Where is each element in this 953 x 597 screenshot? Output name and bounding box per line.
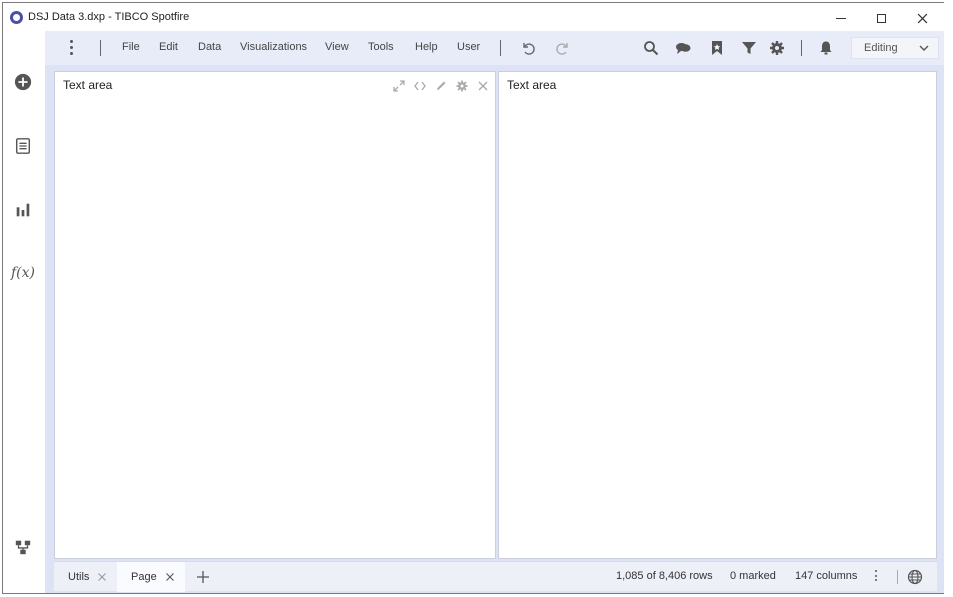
maximize-icon <box>876 13 886 23</box>
data-canvas-icon <box>15 540 31 555</box>
maximize-button[interactable] <box>861 7 901 29</box>
close-tab-button[interactable] <box>165 572 175 582</box>
main-menu-kebab-icon[interactable] <box>68 40 74 56</box>
filters-button[interactable] <box>739 38 759 58</box>
notifications-button[interactable] <box>816 38 836 58</box>
bookmark-icon <box>712 41 722 55</box>
menu-help[interactable]: Help <box>415 41 438 53</box>
filter-icon <box>742 42 756 54</box>
collaboration-icon <box>676 43 691 54</box>
close-visualization-button[interactable] <box>474 77 491 94</box>
settings-button[interactable] <box>767 38 787 58</box>
mode-label: Editing <box>864 42 898 54</box>
edit-html-button[interactable] <box>411 77 428 94</box>
code-icon <box>413 81 426 90</box>
settings-icon <box>770 41 784 55</box>
page-tab-utils[interactable]: Utils <box>54 562 116 592</box>
edit-text-button[interactable] <box>432 77 449 94</box>
expression-button[interactable]: f(x) <box>11 262 36 284</box>
menu-file[interactable]: File <box>122 41 140 53</box>
menu-visualizations[interactable]: Visualizations <box>240 41 307 53</box>
notification-icon <box>820 41 832 55</box>
bookmarks-button[interactable] <box>707 38 727 58</box>
close-icon <box>98 573 107 581</box>
menu-divider <box>500 40 501 56</box>
language-button[interactable] <box>906 568 924 586</box>
menu-tools[interactable]: Tools <box>368 41 394 53</box>
row-count: 1,085 of 8,406 rows <box>616 570 713 582</box>
gear-icon <box>456 80 467 91</box>
status-divider <box>897 570 898 584</box>
panel-toolbar <box>390 77 491 94</box>
data-table-icon <box>15 138 31 154</box>
panel-settings-button[interactable] <box>453 77 470 94</box>
collaboration-button[interactable] <box>673 38 693 58</box>
add-icon <box>14 73 32 91</box>
menu-view[interactable]: View <box>325 41 349 53</box>
minimize-icon <box>836 17 846 19</box>
visualization-types-button[interactable] <box>12 199 34 221</box>
data-table-button[interactable] <box>12 135 34 157</box>
pencil-icon <box>436 81 445 90</box>
globe-icon <box>907 569 923 585</box>
page-tab-label: Page <box>131 571 157 583</box>
page-navigation-bar: Utils Page 1,085 of 8,406 rows 0 marked … <box>54 561 937 592</box>
panel-title: Text area <box>507 78 557 92</box>
menu-edit[interactable]: Edit <box>159 41 178 53</box>
plus-icon <box>197 571 209 583</box>
maximize-visualization-button[interactable] <box>390 77 407 94</box>
undo-icon <box>523 43 535 55</box>
close-icon <box>165 573 174 581</box>
window-title: DSJ Data 3.dxp - TIBCO Spotfire <box>28 11 190 23</box>
spotfire-logo-icon <box>10 11 23 24</box>
title-bar: DSJ Data 3.dxp - TIBCO Spotfire <box>3 3 949 33</box>
menu-data[interactable]: Data <box>198 41 221 53</box>
chevron-down-icon <box>919 45 929 51</box>
menu-user[interactable]: User <box>457 41 480 53</box>
authoring-rail: f(x) <box>3 33 45 593</box>
add-page-button[interactable] <box>195 569 211 585</box>
search-icon <box>644 41 659 56</box>
page-tab-label: Utils <box>68 571 90 583</box>
undo-button[interactable] <box>518 38 538 58</box>
text-area-panel-right[interactable]: Text area <box>498 71 937 559</box>
app-window: DSJ Data 3.dxp - TIBCO Spotfire f(x) Fil… <box>2 2 950 594</box>
marked-count: 0 marked <box>730 570 776 582</box>
close-window-button[interactable] <box>902 7 942 29</box>
status-menu-kebab-icon[interactable] <box>873 570 879 584</box>
expression-icon: f(x) <box>11 265 36 281</box>
menu-divider <box>100 40 101 56</box>
close-tab-button[interactable] <box>97 572 107 582</box>
close-icon <box>478 81 487 90</box>
menu-divider <box>801 40 802 56</box>
page-tab-page[interactable]: Page <box>117 562 185 592</box>
visualization-icon <box>16 203 30 217</box>
search-button[interactable] <box>641 38 661 58</box>
add-data-button[interactable] <box>12 71 34 93</box>
menu-bar: File Edit Data Visualizations View Tools… <box>45 31 949 65</box>
background-window-edge <box>944 2 953 595</box>
panel-title: Text area <box>63 78 113 92</box>
main-frame: File Edit Data Visualizations View Tools… <box>45 31 949 593</box>
column-count: 147 columns <box>795 570 858 582</box>
mode-dropdown[interactable]: Editing <box>851 37 939 59</box>
redo-icon <box>556 43 568 55</box>
minimize-button[interactable] <box>821 7 861 29</box>
expand-icon <box>392 79 405 92</box>
text-area-panel-left[interactable]: Text area <box>54 71 496 559</box>
redo-button[interactable] <box>553 38 573 58</box>
close-icon <box>917 13 927 23</box>
data-canvas-button[interactable] <box>12 536 34 558</box>
